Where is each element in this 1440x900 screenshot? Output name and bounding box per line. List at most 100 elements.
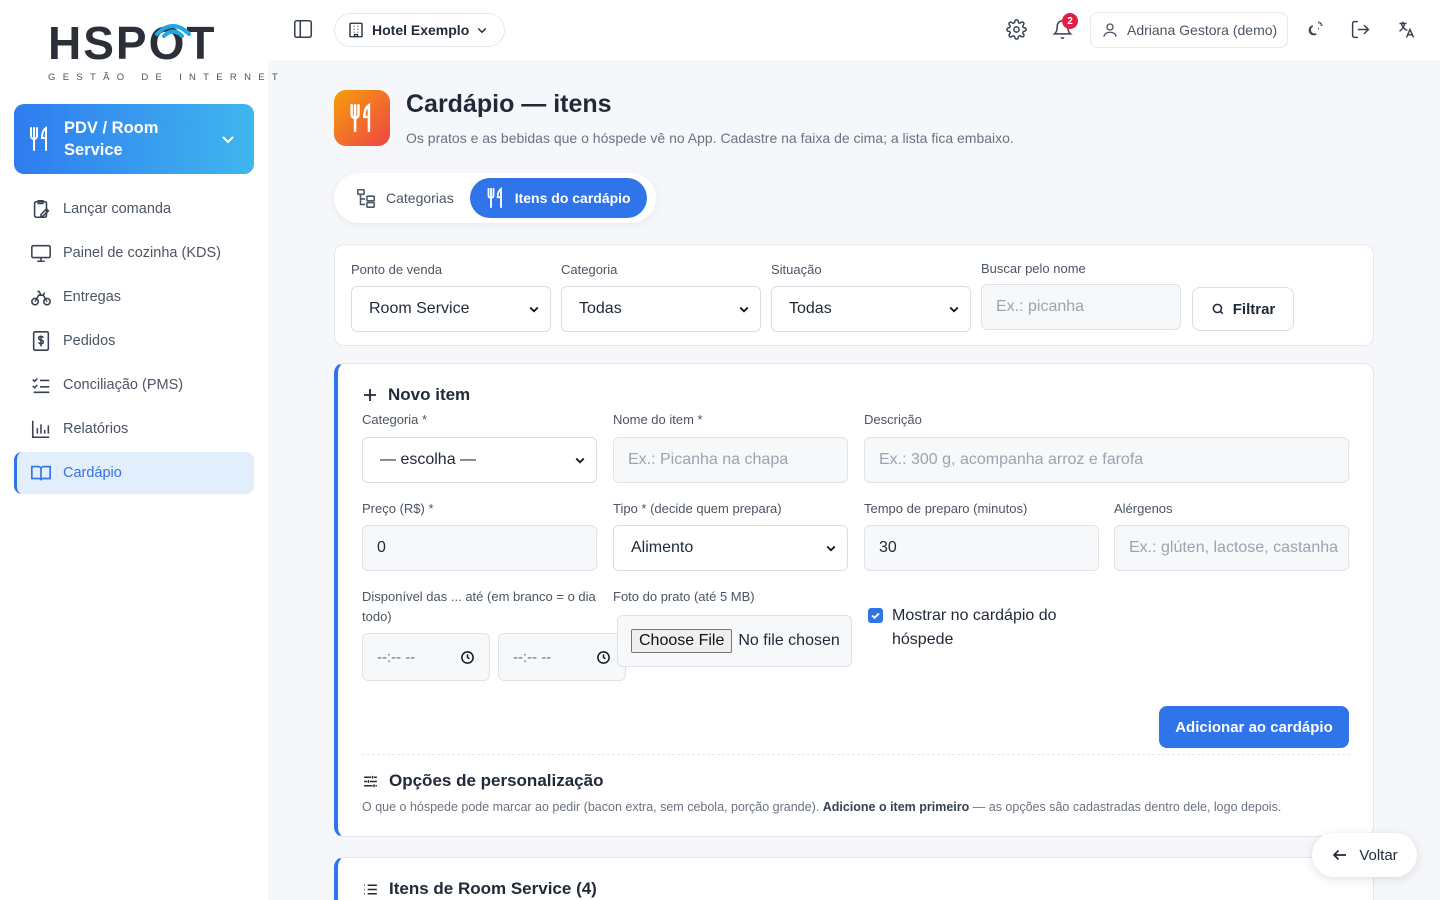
sliders-icon	[362, 773, 379, 790]
new-item-title: Novo item	[362, 385, 470, 405]
allergens-input[interactable]: Ex.: glúten, lactose, castanha	[1114, 525, 1349, 571]
translate-icon[interactable]	[1396, 19, 1417, 40]
wifi-icon	[155, 24, 191, 38]
pos-label: Ponto de venda	[351, 262, 443, 277]
pos-select[interactable]: Room Service	[351, 286, 551, 332]
status-filter-value: Todas	[789, 300, 832, 317]
logo[interactable]: HSPOT GESTÃO DE INTERNET	[48, 17, 285, 86]
module-pdv-room-service[interactable]: PDV / Room Service	[14, 104, 254, 174]
logo-text: HSPOT	[48, 17, 217, 69]
sidebar-item-entregas[interactable]: Entregas	[14, 276, 254, 318]
options-desc-1: O que o hóspede pode marcar ao pedir (ba…	[362, 800, 820, 814]
sidebar-nav: Lançar comanda Painel de cozinha (KDS) E…	[14, 188, 254, 496]
new-item-card: Novo item Categoria * — escolha — Nome d…	[334, 363, 1374, 837]
category-filter-select[interactable]: Todas	[561, 286, 761, 332]
sidebar-item-conciliacao[interactable]: Conciliação (PMS)	[14, 364, 254, 406]
clock-icon	[460, 650, 475, 665]
description-input[interactable]: Ex.: 300 g, acompanha arroz e farofa	[864, 437, 1349, 483]
available-from-input[interactable]: --:-- --	[362, 633, 490, 681]
availability-label: Disponível das ... até (em branco = o di…	[362, 589, 596, 624]
topbar: Hotel Exemplo 2 Adriana Gestora (demo)	[268, 0, 1440, 60]
notification-badge: 2	[1062, 13, 1078, 29]
prep-time-input[interactable]: 30	[864, 525, 1099, 571]
filter-button[interactable]: Filtrar	[1192, 287, 1294, 331]
status-filter-select[interactable]: Todas	[771, 286, 971, 332]
monitor-icon	[30, 242, 52, 264]
hotel-selector[interactable]: Hotel Exemplo	[334, 13, 506, 47]
theme-toggle-icon[interactable]	[1304, 19, 1325, 40]
type-label: Tipo * (decide quem prepara)	[613, 501, 782, 516]
options-desc-2: — as opções são cadastradas dentro dele,…	[972, 800, 1282, 814]
options-title-text: Opções de personalização	[389, 771, 604, 790]
available-to-input[interactable]: --:-- --	[498, 633, 626, 681]
price-label: Preço (R$) *	[362, 501, 434, 516]
arrow-left-icon	[1331, 846, 1349, 864]
item-name-input[interactable]: Ex.: Picanha na chapa	[613, 437, 848, 483]
search-placeholder: Ex.: picanha	[996, 298, 1085, 315]
new-item-title-text: Novo item	[388, 385, 471, 404]
plus-icon	[362, 387, 378, 403]
sidebar-item-kds[interactable]: Painel de cozinha (KDS)	[14, 232, 254, 274]
sidebar: HSPOT GESTÃO DE INTERNET PDV / Room Serv…	[0, 0, 285, 900]
chevron-down-icon	[825, 542, 837, 554]
user-menu[interactable]: Adriana Gestora (demo)	[1090, 12, 1289, 48]
add-to-menu-button[interactable]: Adicionar ao cardápio	[1159, 706, 1349, 748]
available-from-value: --:-- --	[377, 648, 416, 666]
sidebar-toggle-icon[interactable]	[292, 18, 314, 40]
sidebar-item-label: Entregas	[63, 289, 122, 305]
sidebar-item-label: Painel de cozinha (KDS)	[63, 245, 221, 261]
page-title: Cardápio — itens	[406, 90, 612, 118]
list-icon	[362, 881, 379, 898]
search-input[interactable]: Ex.: picanha	[981, 284, 1181, 330]
back-button[interactable]: Voltar	[1312, 833, 1417, 877]
module-label: PDV / Room Service	[64, 119, 159, 159]
price-value: 0	[377, 539, 386, 556]
sidebar-item-label: Conciliação (PMS)	[63, 377, 184, 393]
fork-knife-icon	[486, 187, 506, 209]
pos-value: Room Service	[369, 300, 470, 317]
checkbox-checked-icon[interactable]	[868, 608, 883, 623]
clock-icon	[596, 650, 611, 665]
hotel-name: Hotel Exemplo	[372, 22, 470, 38]
sidebar-item-relatorios[interactable]: Relatórios	[14, 408, 254, 450]
user-name: Adriana Gestora (demo)	[1127, 22, 1278, 38]
building-icon	[347, 21, 365, 39]
show-in-menu-checkbox[interactable]: Mostrar no cardápio do hóspede	[868, 604, 1077, 652]
category-tree-icon	[355, 187, 377, 209]
user-icon	[1101, 21, 1119, 39]
receipt-icon	[30, 330, 52, 352]
logout-icon[interactable]	[1350, 19, 1371, 40]
clipboard-edit-icon	[30, 198, 52, 220]
tab-categorias[interactable]: Categorias	[339, 178, 470, 218]
gear-icon[interactable]	[1006, 19, 1027, 40]
item-name-placeholder: Ex.: Picanha na chapa	[628, 451, 789, 468]
show-in-menu-label: Mostrar no cardápio do hóspede	[892, 607, 1057, 648]
bike-icon	[30, 286, 52, 308]
logo-tagline: GESTÃO DE INTERNET	[48, 72, 285, 83]
allergens-placeholder: Ex.: glúten, lactose, castanha	[1129, 539, 1339, 556]
category-value: — escolha —	[380, 451, 477, 468]
photo-file-input[interactable]: Choose File No file chosen	[617, 615, 852, 667]
file-status: No file chosen	[738, 632, 840, 649]
category-select[interactable]: — escolha —	[362, 437, 597, 483]
options-description: O que o hóspede pode marcar ao pedir (ba…	[362, 800, 1281, 814]
bell-icon[interactable]: 2	[1052, 13, 1078, 40]
sidebar-item-lancar-comanda[interactable]: Lançar comanda	[14, 188, 254, 230]
sidebar-item-cardapio[interactable]: Cardápio	[14, 452, 254, 494]
choose-file-button[interactable]: Choose File	[631, 629, 733, 653]
options-title: Opções de personalização	[362, 771, 603, 791]
book-open-icon	[30, 462, 52, 484]
available-to-value: --:-- --	[513, 648, 552, 666]
page-subtitle: Os pratos e as bebidas que o hóspede vê …	[406, 130, 1014, 146]
chevron-down-icon	[220, 131, 236, 147]
sidebar-item-pedidos[interactable]: Pedidos	[14, 320, 254, 362]
category-filter-label: Categoria	[561, 262, 618, 277]
sidebar-item-label: Pedidos	[63, 333, 116, 349]
items-list-title: Itens de Room Service (4)	[362, 879, 597, 899]
type-select[interactable]: Alimento	[613, 525, 848, 571]
chevron-down-icon	[476, 24, 488, 36]
tab-itens-do-cardapio[interactable]: Itens do cardápio	[469, 178, 647, 218]
description-label: Descrição	[864, 412, 922, 427]
price-input[interactable]: 0	[362, 525, 597, 571]
search-label: Buscar pelo nome	[981, 261, 1086, 276]
